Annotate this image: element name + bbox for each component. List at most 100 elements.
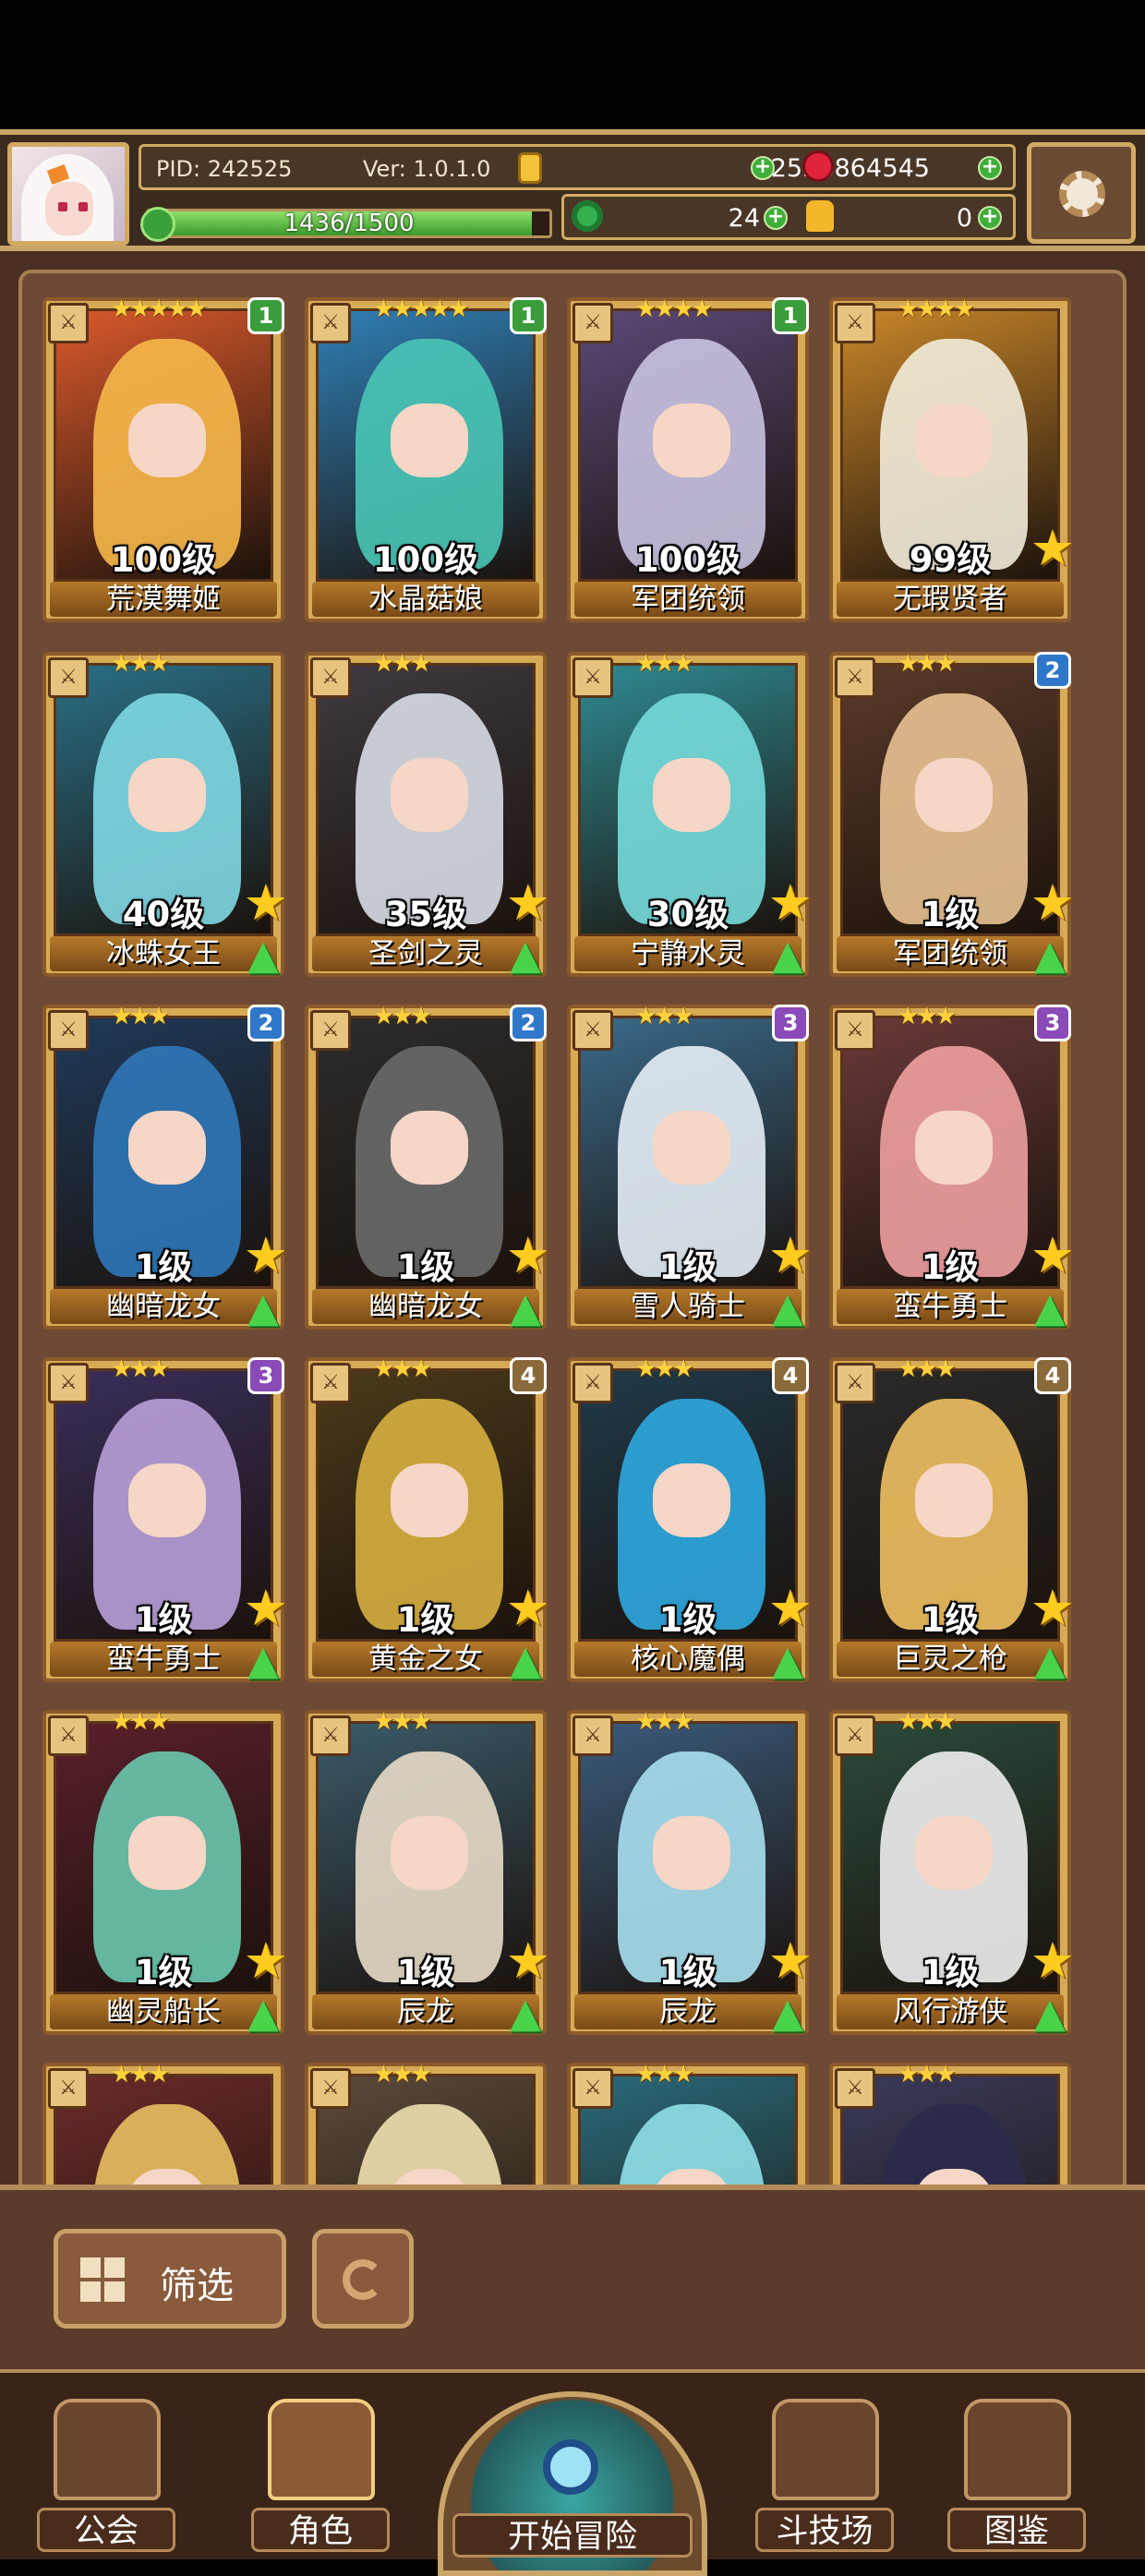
level-up-arrow-icon[interactable]: ▲	[765, 1638, 811, 1684]
filter-button[interactable]: 筛选	[54, 2229, 286, 2329]
star-upgrade-icon[interactable]: ★	[506, 1579, 550, 1637]
character-face	[128, 403, 206, 477]
coin-icon	[518, 152, 542, 184]
refresh-button[interactable]	[312, 2229, 414, 2329]
add-clover-button[interactable]: +	[764, 206, 788, 230]
star-upgrade-icon[interactable]: ★	[1030, 1579, 1075, 1637]
character-face	[653, 1463, 730, 1537]
character-card[interactable]: ⚔ ★★★ 3 1级 雪人骑士 ★ ▲	[567, 1003, 813, 1331]
star-rating: ★★★	[635, 1708, 694, 1736]
character-face	[653, 1111, 730, 1185]
level-up-arrow-icon[interactable]: ▲	[240, 1285, 286, 1331]
class-icon: ⚔	[835, 2068, 875, 2109]
character-card[interactable]: ⚔ ★★★ 40级 冰蛛女王 ★ ▲	[42, 650, 288, 979]
start-adventure-button[interactable]: 开始冒险	[438, 2391, 707, 2576]
level-up-arrow-icon[interactable]: ▲	[240, 933, 286, 979]
level-up-arrow-icon[interactable]: ▲	[502, 1285, 548, 1331]
level-up-arrow-icon[interactable]: ▲	[765, 1991, 811, 2037]
level-up-arrow-icon[interactable]: ▲	[240, 1991, 286, 2037]
character-face	[915, 1463, 993, 1537]
character-card[interactable]: ⚔ ★★★ 2 1级 幽暗龙女 ★ ▲	[42, 1003, 288, 1331]
level-up-arrow-icon[interactable]: ▲	[765, 1285, 811, 1331]
level-up-arrow-icon[interactable]: ▲	[502, 1991, 548, 2037]
rank-badge: 4	[510, 1357, 547, 1394]
character-card[interactable]: ⚔ ★★★★ 99级 无瑕贤者 ★	[829, 295, 1075, 622]
star-upgrade-icon[interactable]: ★	[244, 1579, 288, 1637]
level-up-arrow-icon[interactable]: ▲	[502, 933, 548, 979]
nav-role[interactable]: 角色	[251, 2399, 390, 2552]
character-card[interactable]: ⚔ ★★★ 2 1级 军团统领 ★ ▲	[829, 650, 1075, 979]
star-upgrade-icon[interactable]: ★	[768, 873, 813, 932]
class-icon: ⚔	[48, 657, 89, 698]
star-rating: ★★★	[898, 1355, 957, 1383]
add-gold-button[interactable]: +	[751, 156, 775, 180]
character-grid-frame[interactable]: ⚔ ★★★★★ 1 100级 荒漠舞姬 ⚔ ★★★★★ 1 100级 水晶菇娘 ⚔ ★★★★ 1 100级…	[18, 270, 1127, 2388]
star-upgrade-icon[interactable]: ★	[244, 873, 288, 932]
star-upgrade-icon[interactable]: ★	[768, 1932, 813, 1990]
star-upgrade-icon[interactable]: ★	[1030, 1226, 1075, 1284]
class-icon: ⚔	[835, 303, 875, 343]
character-card[interactable]: ⚔ ★★★ 4 1级 核心魔偶 ★ ▲	[567, 1355, 813, 1684]
level-up-arrow-icon[interactable]: ▲	[1027, 933, 1073, 979]
star-upgrade-icon[interactable]: ★	[1030, 1932, 1075, 1990]
player-avatar[interactable]	[7, 142, 129, 246]
character-face	[653, 403, 730, 477]
star-upgrade-icon[interactable]: ★	[244, 1226, 288, 1284]
star-upgrade-icon[interactable]: ★	[506, 1226, 550, 1284]
character-card[interactable]: ⚔ ★★★ 2 1级 幽暗龙女 ★ ▲	[305, 1003, 550, 1331]
star-rating: ★★★	[898, 1003, 957, 1030]
character-card[interactable]: ⚔ ★★★ 35级 圣剑之灵 ★ ▲	[305, 650, 550, 979]
character-face	[391, 403, 468, 477]
nav-guild[interactable]: 公会	[37, 2399, 175, 2552]
nav-codex[interactable]: 图鉴	[947, 2399, 1086, 2552]
level-up-arrow-icon[interactable]: ▲	[1027, 1991, 1073, 2037]
character-card[interactable]: ⚔ ★★★ 1级 幽灵船长 ★ ▲	[42, 1708, 288, 2037]
character-face	[915, 403, 993, 477]
grid-icon	[80, 2257, 125, 2302]
character-card[interactable]: ⚔ ★★★ 4 1级 巨灵之枪 ★ ▲	[829, 1355, 1075, 1684]
add-gems-button[interactable]: +	[978, 156, 1002, 180]
magnifier-icon	[543, 2439, 598, 2495]
star-upgrade-icon[interactable]: ★	[506, 873, 550, 932]
class-icon: ⚔	[48, 1715, 89, 1756]
star-upgrade-icon[interactable]: ★	[768, 1226, 813, 1284]
settings-button[interactable]	[1027, 142, 1136, 244]
nav-arena[interactable]: 斗技场	[755, 2399, 894, 2552]
star-upgrade-icon[interactable]: ★	[1030, 873, 1075, 932]
character-card[interactable]: ⚔ ★★★ 4 1级 黄金之女 ★ ▲	[305, 1355, 550, 1684]
refresh-icon	[343, 2259, 383, 2300]
level-up-arrow-icon[interactable]: ▲	[1027, 1285, 1073, 1331]
star-upgrade-icon[interactable]: ★	[1030, 519, 1075, 577]
level-up-arrow-icon[interactable]: ▲	[240, 1638, 286, 1684]
star-rating: ★★★	[635, 2061, 694, 2088]
character-face	[391, 1463, 468, 1537]
class-icon: ⚔	[310, 303, 351, 343]
character-card[interactable]: ⚔ ★★★ 30级 宁静水灵 ★ ▲	[567, 650, 813, 979]
rank-badge: 3	[1034, 1005, 1071, 1041]
character-card[interactable]: ⚔ ★★★ 3 1级 蛮牛勇士 ★ ▲	[829, 1003, 1075, 1331]
level-up-arrow-icon[interactable]: ▲	[1027, 1638, 1073, 1684]
character-card[interactable]: ⚔ ★★★ 3 1级 蛮牛勇士 ★ ▲	[42, 1355, 288, 1684]
avatar-eye	[78, 202, 88, 211]
character-card[interactable]: ⚔ ★★★ 1级 风行游侠 ★ ▲	[829, 1708, 1075, 2037]
character-card[interactable]: ⚔ ★★★★ 1 100级 军团统领	[567, 295, 809, 622]
star-upgrade-icon[interactable]: ★	[506, 1932, 550, 1990]
character-card[interactable]: ⚔ ★★★★★ 1 100级 荒漠舞姬	[42, 295, 284, 622]
version-text: Ver: 1.0.1.0	[363, 156, 491, 182]
level-up-arrow-icon[interactable]: ▲	[765, 933, 811, 979]
level-up-arrow-icon[interactable]: ▲	[502, 1638, 548, 1684]
filter-toolbar: 筛选	[0, 2185, 1145, 2369]
avatar-eye	[58, 202, 67, 211]
add-token-button[interactable]: +	[978, 206, 1002, 230]
star-rating: ★★★	[635, 1355, 694, 1383]
character-card[interactable]: ⚔ ★★★ 1级 辰龙 ★ ▲	[305, 1708, 550, 2037]
character-card[interactable]: ⚔ ★★★ 1级 辰龙 ★ ▲	[567, 1708, 813, 2037]
star-upgrade-icon[interactable]: ★	[244, 1932, 288, 1990]
star-rating: ★★★	[111, 1708, 170, 1736]
character-card[interactable]: ⚔ ★★★★★ 1 100级 水晶菇娘	[305, 295, 547, 622]
star-upgrade-icon[interactable]: ★	[768, 1579, 813, 1637]
star-rating: ★★★★	[635, 295, 713, 323]
rank-badge: 2	[510, 1005, 547, 1041]
class-icon: ⚔	[48, 2068, 89, 2109]
character-face	[128, 1816, 206, 1890]
